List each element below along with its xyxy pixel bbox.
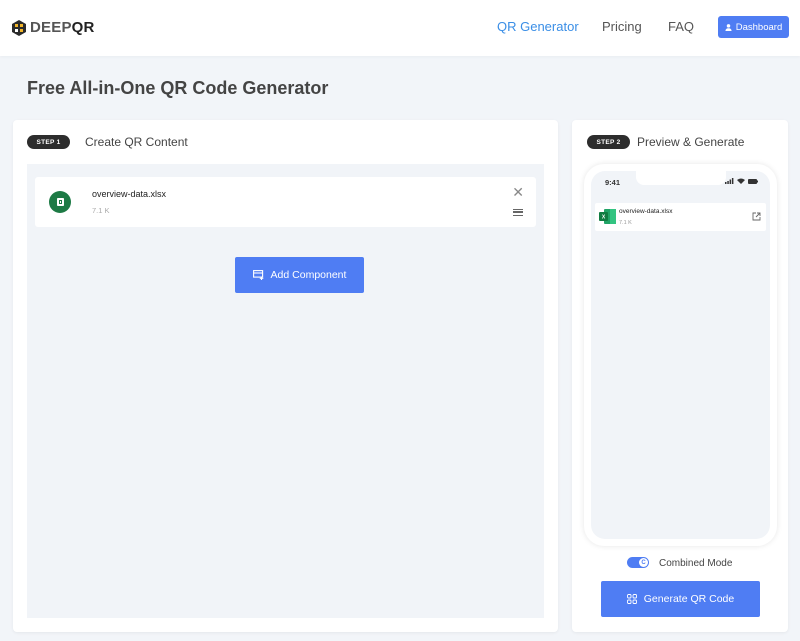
step2-badge: STEP 2 — [587, 135, 630, 149]
phone-preview: 9:41 X overview-data.xlsx 7.1 K — [584, 164, 777, 546]
phone-file-name: overview-data.xlsx — [619, 208, 673, 215]
logo-text: DEEPQR — [30, 19, 95, 36]
step1-badge: STEP 1 — [27, 135, 70, 149]
step2-title: Preview & Generate — [637, 135, 745, 149]
step1-title: Create QR Content — [85, 135, 188, 149]
page-title: Free All-in-One QR Code Generator — [27, 78, 329, 98]
logo-icon — [12, 19, 26, 36]
user-icon — [725, 23, 732, 31]
step1-card: STEP 1 Create QR Content overview-data.x… — [13, 120, 558, 632]
status-icons — [725, 178, 758, 184]
nav-faq[interactable]: FAQ — [668, 19, 694, 34]
combined-mode-toggle[interactable]: C — [627, 557, 649, 568]
generate-qr-button[interactable]: Generate QR Code — [601, 581, 760, 617]
signal-icon — [725, 178, 734, 184]
components-area: overview-data.xlsx 7.1 K ✕ Add Component — [27, 164, 544, 618]
combined-mode-label: Combined Mode — [659, 558, 733, 569]
nav-qr-generator[interactable]: QR Generator — [497, 19, 579, 34]
generate-qr-label: Generate QR Code — [643, 593, 735, 605]
phone-notch — [636, 171, 726, 185]
add-component-icon — [252, 270, 263, 280]
add-component-label: Add Component — [270, 269, 347, 281]
toggle-knob: C — [639, 558, 648, 567]
spreadsheet-icon — [49, 191, 71, 213]
add-component-button[interactable]: Add Component — [235, 257, 364, 293]
phone-file-size: 7.1 K — [619, 220, 632, 226]
dashboard-button[interactable]: Dashboard — [718, 16, 789, 38]
nav-pricing[interactable]: Pricing — [602, 19, 642, 34]
phone-file-item[interactable]: X overview-data.xlsx 7.1 K — [595, 203, 766, 231]
dashboard-label: Dashboard — [735, 21, 783, 33]
drag-handle-icon[interactable] — [513, 209, 523, 216]
top-header: DEEPQR QR Generator Pricing FAQ Dashboar… — [0, 0, 800, 56]
logo[interactable]: DEEPQR — [12, 19, 95, 36]
battery-icon — [748, 178, 758, 184]
file-name: overview-data.xlsx — [92, 189, 167, 199]
wifi-icon — [737, 178, 745, 184]
phone-screen: 9:41 X overview-data.xlsx 7.1 K — [591, 171, 770, 539]
excel-icon: X — [599, 209, 616, 224]
file-component[interactable]: overview-data.xlsx 7.1 K ✕ — [35, 177, 536, 227]
external-link-icon[interactable] — [752, 212, 761, 221]
status-time: 9:41 — [605, 178, 621, 187]
step2-card: STEP 2 Preview & Generate 9:41 X overvie… — [572, 120, 788, 632]
qr-grid-icon — [626, 594, 637, 604]
file-size: 7.1 K — [92, 206, 110, 215]
close-icon[interactable]: ✕ — [512, 185, 524, 199]
